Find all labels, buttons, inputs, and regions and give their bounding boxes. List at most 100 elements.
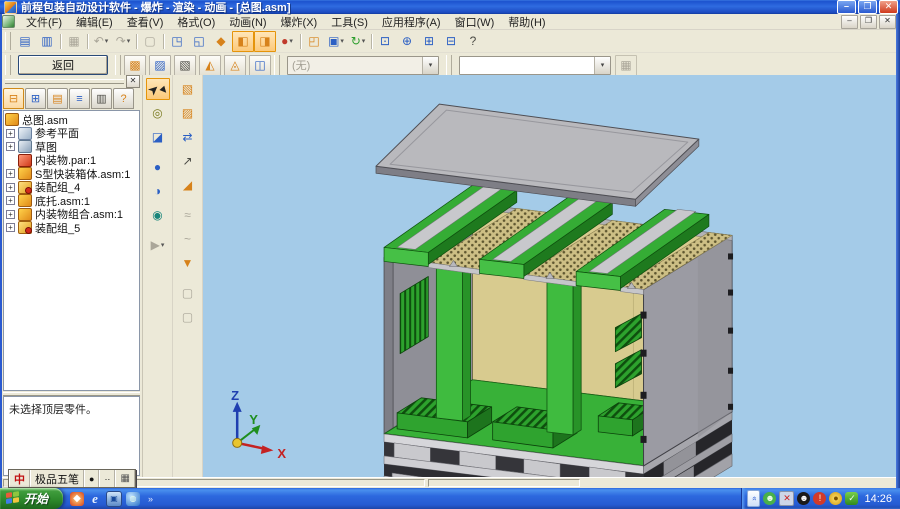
view-style-button[interactable]: ● <box>276 31 298 52</box>
shaded-view-button[interactable]: ◧ <box>232 31 254 52</box>
menu-item[interactable]: 帮助(H) <box>501 13 552 31</box>
model-3d-crate[interactable] <box>376 104 733 478</box>
explode-extra-button[interactable]: ▢ <box>176 282 200 304</box>
menu-item[interactable]: 应用程序(A) <box>375 13 448 31</box>
explode-config-dropdown[interactable]: (无) <box>287 56 439 75</box>
explode-config-button[interactable]: ◰ <box>303 31 325 52</box>
explode-extra2-button[interactable]: ▢ <box>176 306 200 328</box>
play-animation-button[interactable]: ▶ <box>146 234 170 256</box>
zoom-area-button[interactable]: ⊡ <box>374 31 396 52</box>
coin-icon[interactable]: ● <box>829 492 842 505</box>
menu-item[interactable]: 编辑(E) <box>69 13 120 31</box>
edgebar-tab-layers[interactable]: ≡ <box>69 88 90 109</box>
help-pointer-button[interactable]: ? <box>462 31 484 52</box>
drag-component-button[interactable]: ◭ <box>199 55 221 76</box>
minimize-button[interactable]: – <box>837 0 856 14</box>
quicklaunch-ie-icon[interactable]: e <box>88 492 102 506</box>
im-online-icon[interactable]: ☻ <box>763 492 776 505</box>
edgebar-tab-library[interactable]: ⊞ <box>25 88 46 109</box>
shaded-display-button[interactable]: ● <box>146 156 170 178</box>
print-button[interactable]: ▦ <box>63 31 85 52</box>
restore-button[interactable]: ❐ <box>858 0 877 14</box>
ime-punct-button[interactable]: ·· <box>99 470 115 487</box>
menu-item[interactable]: 格式(O) <box>170 13 222 31</box>
edgebar-tab-sensors[interactable]: ▥ <box>91 88 112 109</box>
edgebar-tab-assembly-tree[interactable]: ⊟ <box>3 88 24 109</box>
expand-toggle[interactable] <box>6 183 15 192</box>
wireframe-display-button[interactable]: ◑ <box>146 180 170 202</box>
menu-item[interactable]: 工具(S) <box>324 13 375 31</box>
expand-toggle[interactable] <box>6 169 15 178</box>
edgebar-tab-alternate[interactable]: ▤ <box>47 88 68 109</box>
return-button[interactable]: 返回 <box>18 55 108 75</box>
unexplode-button[interactable]: ▨ <box>149 55 171 76</box>
viewport[interactable]: Z X Y <box>203 75 900 478</box>
previous-view-button[interactable]: ⊟ <box>440 31 462 52</box>
start-button[interactable]: 开始 <box>0 488 63 509</box>
collapse-button[interactable]: ◫ <box>249 55 271 76</box>
security-alert-icon[interactable]: ! <box>813 492 826 505</box>
quicklaunch-media-icon[interactable]: ◆ <box>70 492 84 506</box>
explode-auto-button[interactable]: ▧ <box>176 78 200 100</box>
fit-button[interactable]: ⊞ <box>418 31 440 52</box>
ime-mode-button[interactable]: 中 <box>9 470 30 487</box>
move-component-button[interactable]: ◬ <box>224 55 246 76</box>
expand-toggle[interactable] <box>6 142 15 151</box>
tree-item[interactable]: 装配组_5 <box>5 221 138 235</box>
dimetric-view-button[interactable]: ◱ <box>188 31 210 52</box>
network-error-icon[interactable]: ✕ <box>779 491 794 506</box>
select-tool-button[interactable]: ➤ <box>146 78 170 100</box>
panel-grip[interactable]: ✕ <box>3 76 140 86</box>
edgebar-tab-help[interactable]: ? <box>113 88 134 109</box>
lid-panel[interactable] <box>376 104 699 206</box>
close-button[interactable]: ✕ <box>879 0 898 14</box>
redo-button[interactable]: ↷ <box>112 31 134 52</box>
quicklaunch-desktop-icon[interactable]: ▣ <box>106 491 122 507</box>
menu-item[interactable]: 动画(N) <box>222 13 273 31</box>
mdi-restore-button[interactable]: ❐ <box>860 15 877 29</box>
expand-toggle[interactable] <box>6 129 15 138</box>
qq-icon[interactable]: ☻ <box>797 492 810 505</box>
quick-launch-overflow[interactable]: » <box>148 494 153 504</box>
viewport-canvas[interactable]: Z X Y <box>203 75 900 478</box>
render-button[interactable]: ↻ <box>347 31 369 52</box>
linear-explode-button[interactable]: ⇄ <box>176 126 200 148</box>
mdi-close-button[interactable]: ✕ <box>879 15 896 29</box>
save-button[interactable]: ▤ <box>14 31 36 52</box>
erase-button[interactable]: ◪ <box>146 126 170 148</box>
paste-button[interactable]: ▢ <box>139 31 161 52</box>
collapse-all-button[interactable]: ▼ <box>176 252 200 274</box>
auto-explode-button[interactable]: ▩ <box>124 55 146 76</box>
expand-toggle[interactable] <box>6 223 15 232</box>
bind-parts-button[interactable]: ≈ <box>176 204 200 226</box>
iso-view-button[interactable]: ◳ <box>166 31 188 52</box>
expand-toggle[interactable] <box>6 196 15 205</box>
display-settings-button[interactable]: ▣ <box>325 31 347 52</box>
animation-dropdown[interactable] <box>459 56 611 75</box>
quicklaunch-globe-icon[interactable]: ◍ <box>126 492 140 506</box>
ime-shape-button[interactable]: ● <box>84 470 99 487</box>
sketch-line-button[interactable]: ↗ <box>176 150 200 172</box>
mdi-minimize-button[interactable]: – <box>841 15 858 29</box>
ime-name-label[interactable]: 极品五笔 <box>30 470 84 487</box>
antivirus-shield-icon[interactable]: ✓ <box>845 492 858 505</box>
menu-item[interactable]: 查看(V) <box>120 13 171 31</box>
select-filter-button[interactable]: ◎ <box>146 102 170 124</box>
shaded-edges-view-button[interactable]: ◨ <box>254 31 276 52</box>
move-part-button[interactable]: ◢ <box>176 174 200 196</box>
explode-settings-button[interactable]: ▨ <box>176 102 200 124</box>
hide-icons-button[interactable]: » <box>747 490 760 507</box>
ime-keyboard-button[interactable]: ▦ <box>115 470 134 487</box>
undo-button[interactable]: ↶ <box>90 31 112 52</box>
menu-item[interactable]: 爆炸(X) <box>274 13 325 31</box>
menu-item[interactable]: 窗口(W) <box>448 13 502 31</box>
apply-animation-button[interactable]: ▦ <box>615 55 637 76</box>
save-all-button[interactable]: ▥ <box>36 31 58 52</box>
wedge-view-button[interactable]: ◆ <box>210 31 232 52</box>
menu-item[interactable]: 文件(F) <box>19 13 69 31</box>
explode-options-button[interactable]: ▧ <box>174 55 196 76</box>
tree-item[interactable]: 参考平面 <box>5 127 138 141</box>
zoom-button[interactable]: ⊕ <box>396 31 418 52</box>
unbind-parts-button[interactable]: ~ <box>176 228 200 250</box>
expand-toggle[interactable] <box>6 210 15 219</box>
